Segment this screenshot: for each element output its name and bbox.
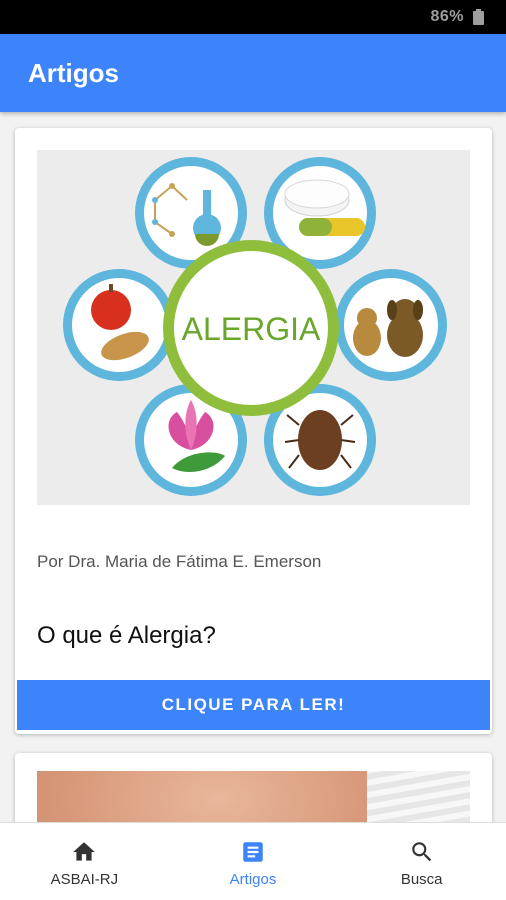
nav-label: Artigos [229,871,277,888]
nav-label: ASBAI-RJ [50,871,119,888]
home-icon [73,842,96,861]
nav-item-asbai-rj[interactable]: ASBAI-RJ [0,823,169,900]
article-card[interactable]: ALERGIA Por Dra. Maria de Fátima E. Emer… [15,128,492,734]
read-article-button[interactable]: CLIQUE PARA LER! [17,680,490,730]
bottom-navigation: ASBAI-RJ Artigos Busca [0,822,506,900]
article-list[interactable]: ALERGIA Por Dra. Maria de Fátima E. Emer… [0,112,506,822]
allergy-illustration: ALERGIA [37,150,470,505]
app-bar: Artigos [0,34,506,112]
nav-item-busca[interactable]: Busca [337,823,506,900]
article-card[interactable] [15,753,492,822]
search-icon [411,842,431,862]
article-image: ALERGIA [37,150,470,505]
image-caption: ALERGIA [182,311,321,347]
nav-item-artigos[interactable]: Artigos [169,823,338,900]
article-photo [37,771,367,822]
article-title: O que é Alergia? [37,622,216,649]
nav-label: Busca [400,871,443,888]
battery-percent: 86% [430,8,464,25]
article-image [37,771,470,822]
article-author: Por Dra. Maria de Fátima E. Emerson [37,552,322,571]
page-title: Artigos [28,58,119,88]
battery-icon [473,9,484,25]
article-icon [243,842,263,862]
status-bar: 86% [0,0,506,34]
